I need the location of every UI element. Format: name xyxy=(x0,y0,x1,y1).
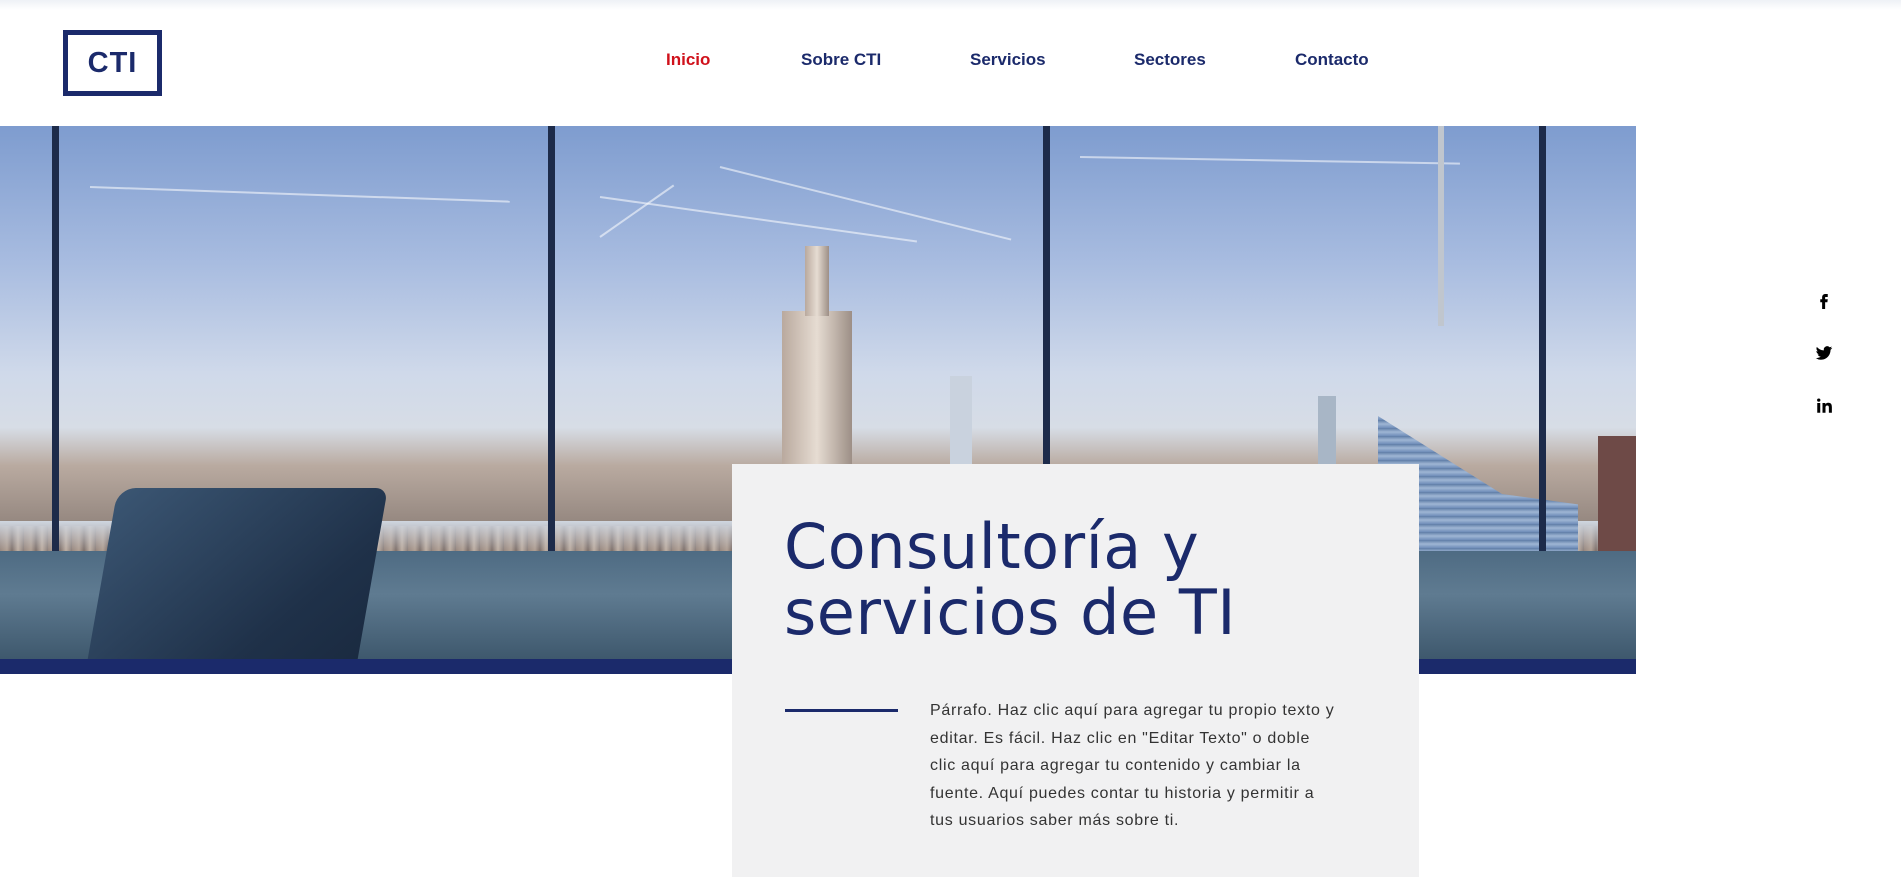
antenna xyxy=(1438,126,1444,326)
twitter-icon[interactable] xyxy=(1812,341,1836,365)
divider-line xyxy=(785,709,898,712)
nav-item-sobre-cti[interactable]: Sobre CTI xyxy=(801,50,881,70)
window-mullion xyxy=(1539,126,1546,551)
page-title: Consultoría y servicios de TI xyxy=(784,510,1236,649)
sky-streak xyxy=(719,166,1012,241)
intro-card: Consultoría y servicios de TI Párrafo. H… xyxy=(732,464,1419,877)
sky-streak xyxy=(89,186,510,203)
nav-item-servicios[interactable]: Servicios xyxy=(970,50,1046,70)
empire-state-spire xyxy=(805,246,829,316)
facebook-icon[interactable] xyxy=(1812,288,1836,312)
nav-item-inicio[interactable]: Inicio xyxy=(666,50,710,70)
intro-paragraph: Párrafo. Haz clic aquí para agregar tu p… xyxy=(930,702,1335,829)
sky-streak xyxy=(599,184,675,238)
sky-streak xyxy=(1079,156,1460,165)
laptop xyxy=(72,488,388,674)
window-mullion xyxy=(52,126,59,551)
nav-item-sectores[interactable]: Sectores xyxy=(1134,50,1206,70)
linkedin-icon[interactable] xyxy=(1812,394,1836,418)
logo[interactable]: CTI xyxy=(63,30,162,96)
header-shadow xyxy=(0,0,1901,10)
nav-item-contacto[interactable]: Contacto xyxy=(1295,50,1369,70)
window-mullion xyxy=(548,126,555,551)
